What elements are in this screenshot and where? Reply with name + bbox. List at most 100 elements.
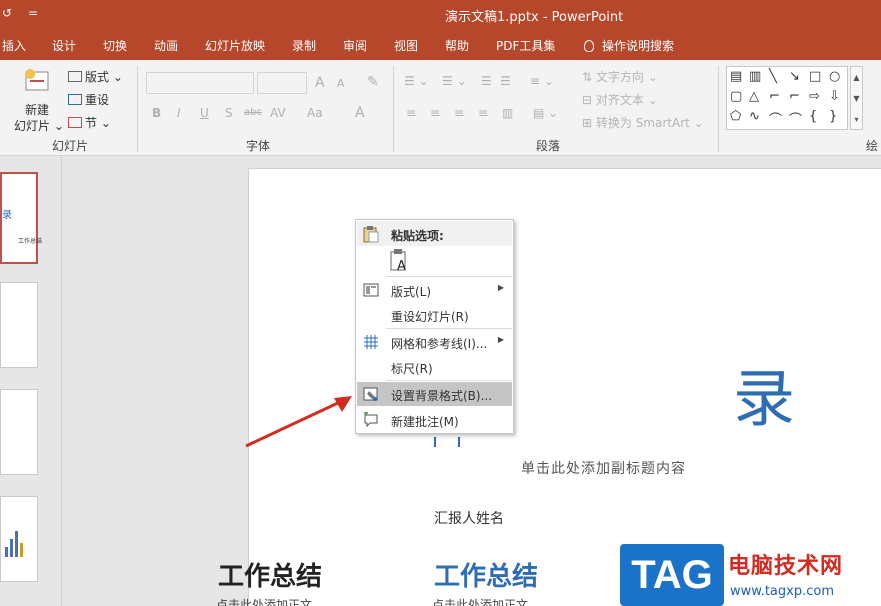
new-slide-icon[interactable] xyxy=(22,66,52,96)
text-direction-button[interactable]: ⇅ 文字方向 ⌄ xyxy=(582,68,658,85)
grow-font-button[interactable]: A xyxy=(315,75,325,91)
down-arrow-shape-icon[interactable]: ⇩ xyxy=(829,89,840,104)
grid-icon xyxy=(364,335,378,349)
align-text-button[interactable]: ⊟ 对齐文本 ⌄ xyxy=(582,91,658,108)
gallery-more-icon[interactable]: ▾ xyxy=(851,109,862,130)
freeform-shape-icon[interactable]: ⌒ xyxy=(789,109,802,128)
tell-me-label: 操作说明搜索 xyxy=(602,39,675,53)
section-button[interactable]: 节 ⌄ xyxy=(68,114,111,131)
align-center-icon[interactable]: ≡ xyxy=(430,106,440,120)
char-spacing-button[interactable]: AV xyxy=(270,106,286,120)
tab-help[interactable]: 帮助 xyxy=(445,37,469,54)
menu-item-layout[interactable]: 版式(L) ▶ xyxy=(357,278,512,302)
numbering-icon[interactable]: ☰ ⌄ xyxy=(442,74,467,88)
right-brace-shape-icon[interactable]: } xyxy=(829,109,837,124)
scroll-up-icon[interactable]: ▲ xyxy=(851,67,862,88)
left-brace-shape-icon[interactable]: { xyxy=(809,109,817,124)
menu-item-reset-slide[interactable]: 重设幻灯片(R) xyxy=(357,303,512,327)
menu-item-grids-guides[interactable]: 网格和参考线(I)... ▶ xyxy=(357,330,512,354)
slide-thumbnail-2[interactable] xyxy=(0,282,38,368)
section-title-2[interactable]: 工作总结 xyxy=(434,556,538,593)
window-title: 演示文稿1.pptx - PowerPoint xyxy=(445,10,624,25)
textbox-shape-icon[interactable]: ▤ xyxy=(730,69,742,84)
align-right-icon[interactable]: ≡ xyxy=(454,106,464,120)
line-spacing-icon[interactable]: ≡ ⌄ xyxy=(530,74,554,88)
rectangle-shape-icon[interactable]: □ xyxy=(809,69,821,84)
align-left-icon[interactable]: ≡ xyxy=(406,106,416,120)
watermark-logo: TAG 电脑技术网 www.tagxp.com xyxy=(620,544,881,606)
shapes-gallery[interactable]: ▤ ▥ ╲ ↘ □ ○ ▢ △ ⌐ ⌐ ⇨ ⇩ ⬠ ∿ ⌒ ⌒ { } xyxy=(726,66,848,130)
reset-button[interactable]: 重设 xyxy=(68,91,109,108)
body-placeholder-1[interactable]: 点击此处添加正文 xyxy=(216,596,312,606)
arrow-line-shape-icon[interactable]: ↘ xyxy=(789,69,800,84)
pentagon-shape-icon[interactable]: ⬠ xyxy=(730,109,741,124)
triangle-shape-icon[interactable]: △ xyxy=(749,89,759,104)
watermark-site-name: 电脑技术网 xyxy=(728,554,844,579)
slide-title[interactable]: 录 xyxy=(733,368,795,430)
tab-record[interactable]: 录制 xyxy=(292,37,316,54)
font-size-combo[interactable] xyxy=(257,72,307,94)
customize-qat-icon[interactable]: = xyxy=(28,6,38,20)
undo-icon[interactable]: ↺ xyxy=(2,6,12,20)
italic-button[interactable]: I xyxy=(177,106,181,120)
slide-thumbnail-1[interactable]: 录 工作总结 xyxy=(0,172,42,264)
paste-keep-text-only-icon[interactable]: A xyxy=(390,248,410,272)
group-separator xyxy=(718,66,719,152)
convert-smartart-button[interactable]: ⊞ 转换为 SmartArt ⌄ xyxy=(582,114,704,131)
menu-item-new-comment[interactable]: 新建批注(M) xyxy=(357,408,512,432)
clear-format-icon[interactable]: ✎ xyxy=(367,74,379,90)
menu-item-format-background[interactable]: 设置背景格式(B)... xyxy=(357,382,512,406)
group-separator xyxy=(393,66,394,152)
slide-thumbnail-4[interactable] xyxy=(0,496,38,582)
change-case-button[interactable]: Aa xyxy=(307,106,323,120)
tab-design[interactable]: 设计 xyxy=(52,37,76,54)
tab-slideshow[interactable]: 幻灯片放映 xyxy=(205,37,265,54)
text-direction-label: 文字方向 xyxy=(595,70,644,84)
slide-thumbnail-pane[interactable]: 录 工作总结 xyxy=(0,157,62,606)
line-shape-icon[interactable]: ╲ xyxy=(769,69,777,84)
new-slide-button[interactable]: 幻灯片 ⌄ xyxy=(14,117,64,134)
bold-button[interactable]: B xyxy=(152,106,161,120)
bullets-icon[interactable]: ☰ ⌄ xyxy=(404,74,429,88)
arc-shape-icon[interactable]: ⌒ xyxy=(769,109,782,128)
tab-pdf-tools[interactable]: PDF工具集 xyxy=(496,37,555,54)
oval-shape-icon[interactable]: ○ xyxy=(829,69,840,84)
body-placeholder-2[interactable]: 点击此处添加正文 xyxy=(432,596,528,606)
tab-transitions[interactable]: 切换 xyxy=(103,37,127,54)
menu-item-label: 版式(L) xyxy=(391,285,432,299)
shrink-font-button[interactable]: A xyxy=(337,77,345,90)
slide-subtitle[interactable]: 单击此处添加副标题内容 xyxy=(521,458,686,478)
annotation-arrow xyxy=(245,396,352,448)
tab-review[interactable]: 审阅 xyxy=(343,37,367,54)
tab-animations[interactable]: 动画 xyxy=(154,37,178,54)
tell-me-search[interactable]: 操作说明搜索 xyxy=(584,37,674,54)
layout-button[interactable]: 版式 ⌄ xyxy=(68,68,123,85)
paste-options-header: 粘贴选项: xyxy=(357,221,512,246)
slide-thumbnail-3[interactable] xyxy=(0,389,38,475)
shapes-gallery-scroll[interactable]: ▲ ▼ ▾ xyxy=(850,66,863,130)
font-name-combo[interactable] xyxy=(146,72,254,94)
right-arrow-shape-icon[interactable]: ⇨ xyxy=(809,89,820,104)
menu-item-ruler[interactable]: 标尺(R) xyxy=(357,355,512,379)
columns-icon[interactable]: ▤ ⌄ xyxy=(533,106,558,120)
section-title-1[interactable]: 工作总结 xyxy=(218,556,322,593)
justify-icon[interactable]: ≡ xyxy=(478,106,488,120)
decrease-indent-icon[interactable]: ☰ xyxy=(481,74,492,88)
elbow-connector-shape-icon[interactable]: ⌐ xyxy=(769,89,780,104)
tab-insert[interactable]: 插入 xyxy=(2,37,26,54)
underline-button[interactable]: U xyxy=(200,106,209,120)
scroll-down-icon[interactable]: ▼ xyxy=(851,88,862,109)
strikethrough-button[interactable]: abc xyxy=(244,107,262,118)
vertical-textbox-shape-icon[interactable]: ▥ xyxy=(749,69,761,84)
distribute-icon[interactable]: ▥ xyxy=(502,106,513,120)
new-slide-label-1[interactable]: 新建 xyxy=(25,101,49,118)
elbow-arrow-shape-icon[interactable]: ⌐ xyxy=(789,89,800,104)
menu-item-label: 设置背景格式(B)... xyxy=(391,389,493,403)
font-color-button[interactable]: A xyxy=(355,105,365,121)
shadow-button[interactable]: S xyxy=(225,106,233,120)
reporter-name[interactable]: 汇报人姓名 xyxy=(434,508,504,528)
rounded-rect-shape-icon[interactable]: ▢ xyxy=(730,89,742,104)
tab-view[interactable]: 视图 xyxy=(394,37,418,54)
curve-shape-icon[interactable]: ∿ xyxy=(749,109,760,124)
increase-indent-icon[interactable]: ☰ xyxy=(500,74,511,88)
